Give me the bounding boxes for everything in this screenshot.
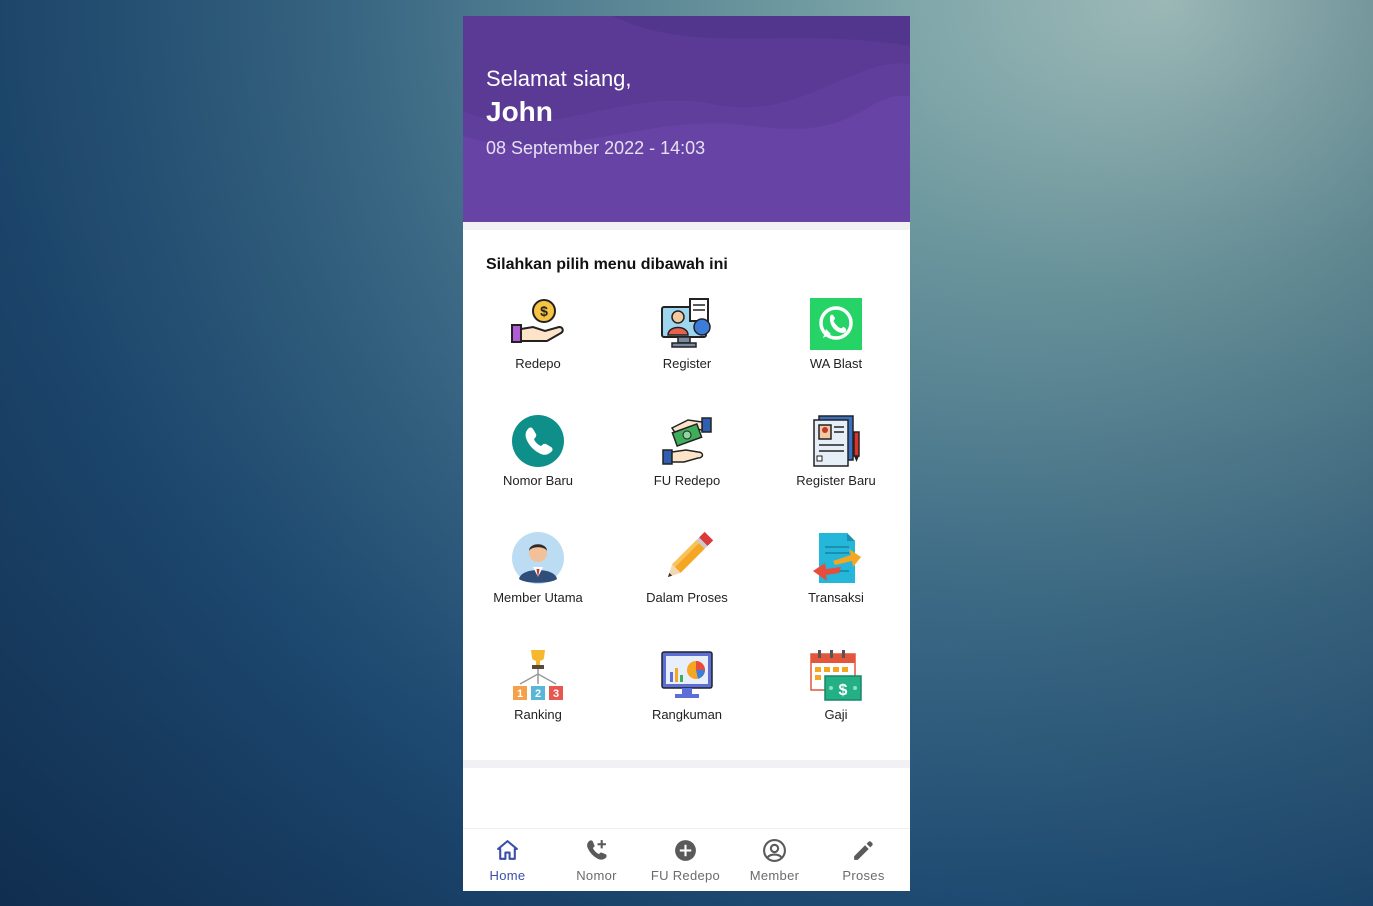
dashboard-monitor-icon [661,651,713,698]
whatsapp-icon [810,298,862,350]
menu-item-transaksi[interactable]: Transaksi [761,526,910,626]
menu-item-dalam-proses[interactable]: Dalam Proses [612,526,762,626]
transfer-document-icon [813,533,861,583]
money-exchange-icon [662,417,712,465]
menu-item-label: Transaksi [808,590,864,605]
menu-title: Silahkan pilih menu dibawah ini [486,256,728,273]
svg-text:2: 2 [535,688,541,700]
trophy-ranking-icon: 1 2 3 [513,650,563,700]
menu-item-redepo[interactable]: $ Redepo [463,292,613,392]
pencil-icon [854,841,873,860]
greeting-text: Selamat siang, [486,66,632,91]
tab-label: Nomor [576,868,617,883]
menu-item-label: Register Baru [796,473,876,488]
tab-fu-redepo[interactable]: FU Redepo [641,829,730,891]
menu-item-member-utama[interactable]: Member Utama [463,526,613,626]
tab-label: Home [489,868,526,883]
section-divider [463,222,910,230]
computer-agent-icon [661,298,711,348]
menu-item-label: WA Blast [809,356,863,371]
hand-coin-icon: $ [511,299,564,343]
section-divider [463,760,910,768]
mobile-app-screen: Selamat siang, John 08 September 2022 - … [463,16,910,891]
tab-member[interactable]: Member [730,829,819,891]
add-circle-icon [675,840,696,861]
pencil-icon [667,531,714,578]
menu-item-ranking[interactable]: 1 2 3 Ranking [463,643,613,743]
bottom-navigation: Home Nomor FU Redepo Member Proses [463,828,910,891]
menu-item-label: Redepo [515,356,561,371]
menu-card: Silahkan pilih menu dibawah ini $ Redepo [463,230,910,760]
menu-item-label: Ranking [514,707,562,722]
tab-proses[interactable]: Proses [819,829,908,891]
tab-nomor[interactable]: Nomor [552,829,641,891]
menu-item-label: Rangkuman [651,707,723,722]
current-datetime: 08 September 2022 - 14:03 [486,138,706,158]
tab-home[interactable]: Home [463,829,552,891]
menu-item-nomor-baru[interactable]: Nomor Baru [463,409,613,509]
menu-item-rangkuman[interactable]: Rangkuman [612,643,762,743]
menu-item-gaji[interactable]: $ Gaji [761,643,910,743]
svg-text:$: $ [839,682,848,699]
home-icon [497,840,518,860]
svg-text:3: 3 [553,688,559,700]
phone-add-icon [587,840,607,860]
user-name: John [486,96,553,127]
menu-item-label: Register [662,356,712,371]
menu-item-register[interactable]: Register [612,292,762,392]
user-avatar-icon [512,532,564,584]
greeting-header: Selamat siang, John 08 September 2022 - … [463,16,910,222]
account-circle-icon [763,839,786,862]
menu-item-label: Gaji [824,707,848,722]
phone-icon [512,415,564,467]
menu-item-label: Nomor Baru [502,473,574,488]
menu-item-label: Dalam Proses [646,590,728,605]
svg-text:1: 1 [517,688,523,700]
calendar-salary-icon: $ [810,650,862,701]
tab-label: Member [749,868,800,883]
tab-label: Proses [842,868,885,883]
document-id-icon [813,415,860,467]
menu-item-label: FU Redepo [653,473,721,488]
menu-item-fu-redepo[interactable]: FU Redepo [612,409,762,509]
tab-label: FU Redepo [650,868,721,883]
menu-item-register-baru[interactable]: Register Baru [761,409,910,509]
svg-text:$: $ [540,303,548,319]
menu-item-wa-blast[interactable]: WA Blast [761,292,910,392]
menu-item-label: Member Utama [493,590,583,605]
